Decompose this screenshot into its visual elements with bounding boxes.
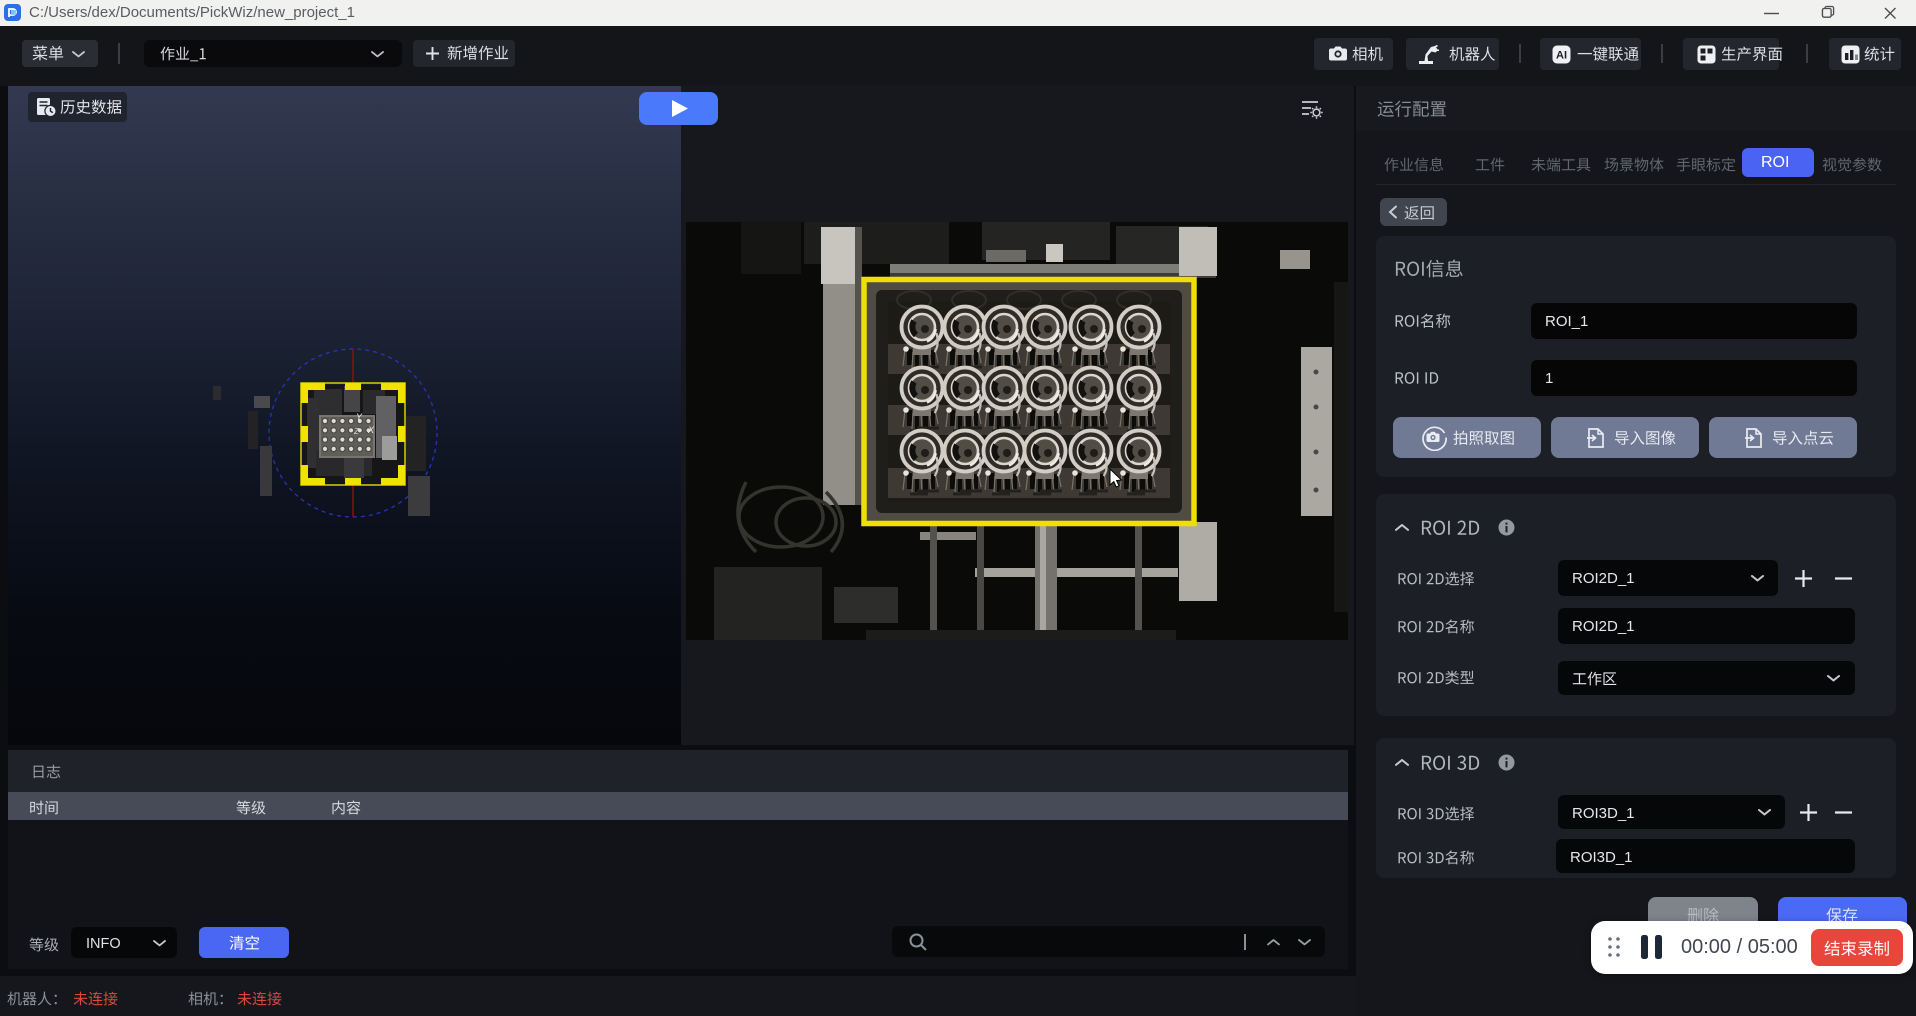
svg-text:AI: AI xyxy=(1556,50,1567,62)
svg-text:X: X xyxy=(367,425,375,435)
svg-text:Y: Y xyxy=(356,412,363,422)
